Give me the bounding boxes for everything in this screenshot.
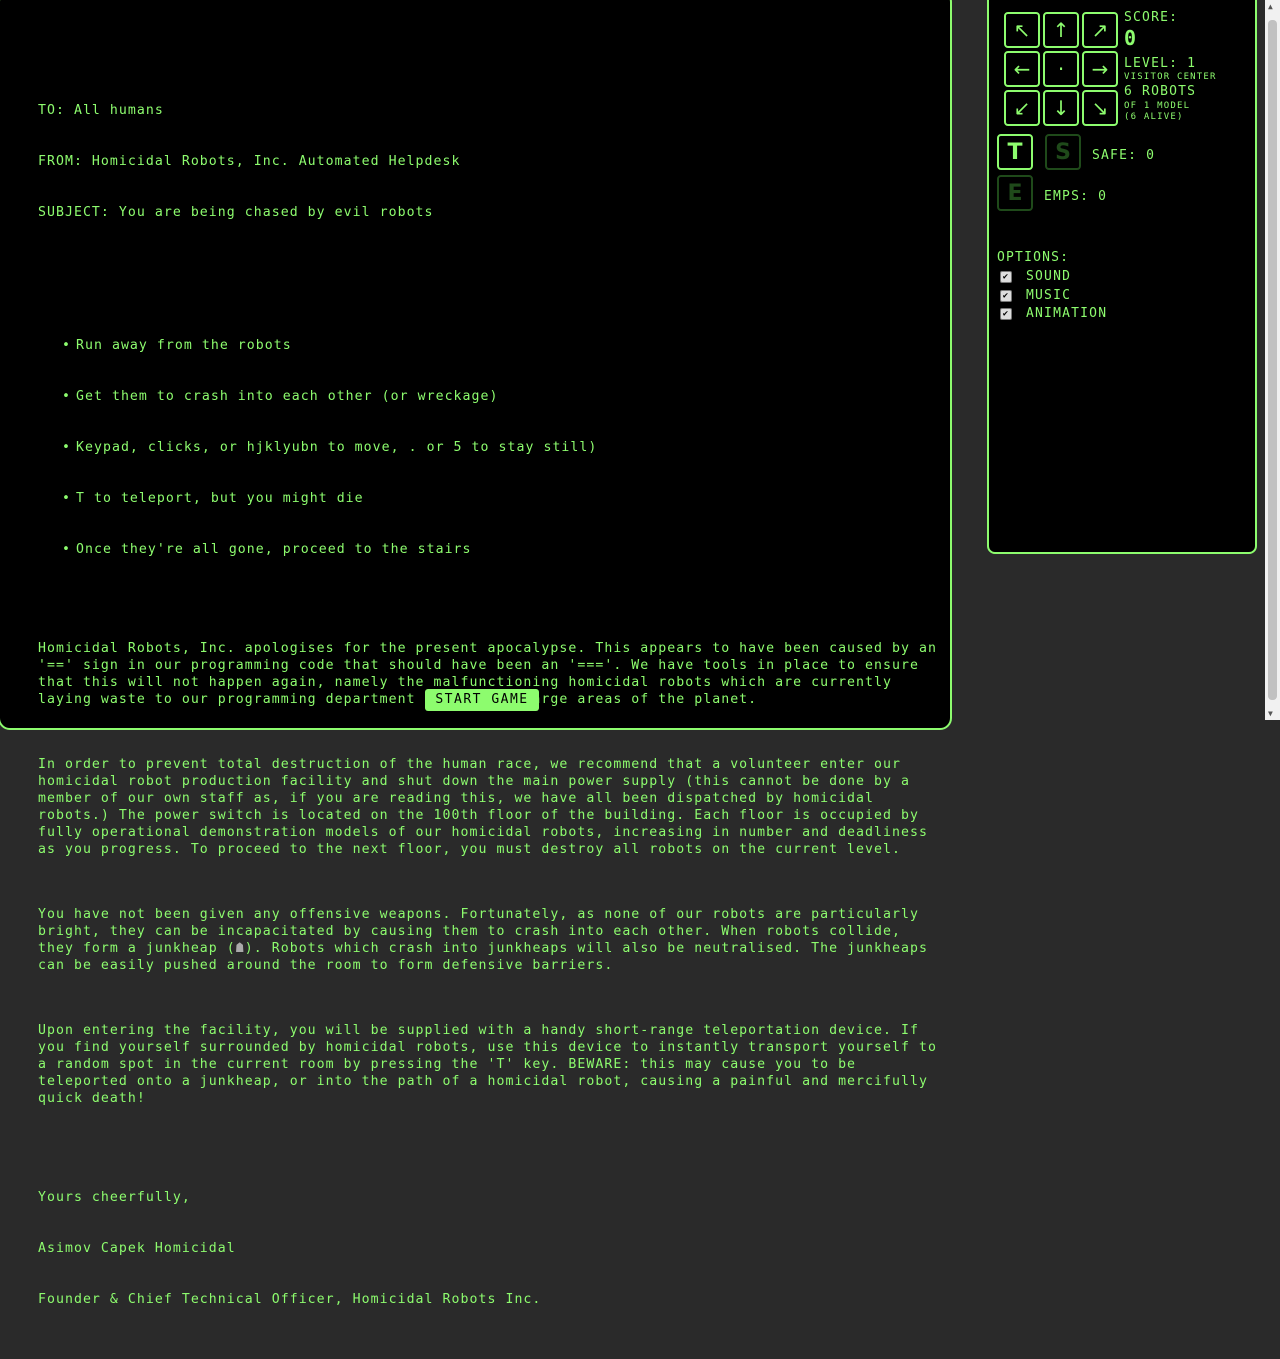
letter-subject: SUBJECT: You are being chased by evil ro… [38, 205, 434, 220]
music-checkbox[interactable]: ✔ [1000, 289, 1012, 302]
junkheap-icon: ☗ [235, 941, 245, 956]
music-option[interactable]: ✔ MUSIC [1000, 288, 1071, 303]
sound-label: SOUND [1026, 269, 1072, 284]
safe-teleport-button[interactable]: S [1045, 134, 1081, 170]
music-label: MUSIC [1026, 288, 1072, 303]
letter-to: TO: All humans [38, 103, 164, 118]
score-value: 0 [1124, 26, 1138, 50]
sound-option[interactable]: ✔ SOUND [1000, 269, 1071, 284]
teleport-button[interactable]: T [997, 134, 1033, 170]
emp-count: EMPS: 0 [1044, 189, 1108, 204]
robots-alive: (6 ALIVE) [1124, 112, 1184, 122]
signoff: Yours cheerfully, [38, 1190, 191, 1205]
signer-title: Founder & Chief Technical Officer, Homic… [38, 1292, 542, 1307]
instruction-item: Get them to crash into each other (or wr… [62, 388, 938, 405]
letter-paragraph-teleport: Upon entering the facility, you will be … [38, 1023, 946, 1106]
scroll-down-icon[interactable]: ▼ [1268, 709, 1273, 718]
arrow-up-right-icon[interactable]: ↗ [1082, 12, 1118, 48]
robots-model: OF 1 MODEL [1124, 101, 1191, 111]
animation-label: ANIMATION [1026, 306, 1108, 321]
instruction-item: Keypad, clicks, or hjklyubn to move, . o… [62, 439, 938, 456]
letter-paragraph-weapons: You have not been given any offensive we… [38, 906, 938, 974]
level-label: LEVEL: 1 [1124, 56, 1197, 71]
arrow-up-icon[interactable]: ↑ [1043, 12, 1079, 48]
safe-count: SAFE: 0 [1092, 148, 1156, 163]
page-scrollbar[interactable]: ▲ ▼ [1265, 0, 1280, 720]
stay-dot-icon[interactable]: · [1043, 51, 1079, 87]
score-label: SCORE: [1124, 10, 1179, 25]
letter-paragraph-mission: In order to prevent total destruction of… [38, 757, 937, 857]
letter-signature: Yours cheerfully, Asimov Capek Homicidal… [38, 1155, 938, 1342]
arrow-right-icon[interactable]: → [1082, 51, 1118, 87]
signer-name: Asimov Capek Homicidal [38, 1241, 236, 1256]
start-game-button[interactable]: START GAME [425, 689, 539, 711]
instruction-item: Run away from the robots [62, 337, 938, 354]
arrow-up-left-icon[interactable]: ↖ [1004, 12, 1040, 48]
robots-count: 6 ROBOTS [1124, 84, 1197, 99]
scroll-up-icon[interactable]: ▲ [1268, 2, 1273, 11]
level-name: VISITOR CENTER [1124, 72, 1217, 82]
arrow-down-icon[interactable]: ↓ [1043, 90, 1079, 126]
options-label: OPTIONS: [997, 250, 1070, 265]
animation-checkbox[interactable]: ✔ [1000, 307, 1012, 320]
letter-header: TO: All humans FROM: Homicidal Robots, I… [38, 68, 938, 255]
arrow-left-icon[interactable]: ← [1004, 51, 1040, 87]
sound-checkbox[interactable]: ✔ [1000, 270, 1012, 283]
movement-keypad: ↖ ↑ ↗ ← · → ↙ ↓ ↘ [1004, 12, 1118, 126]
instruction-item: T to teleport, but you might die [62, 490, 938, 507]
instructions-list: Run away from the robots Get them to cra… [38, 303, 938, 592]
emp-button[interactable]: E [997, 175, 1033, 211]
arrow-down-right-icon[interactable]: ↘ [1082, 90, 1118, 126]
animation-option[interactable]: ✔ ANIMATION [1000, 306, 1107, 321]
instruction-item: Once they're all gone, proceed to the st… [62, 541, 938, 558]
letter-from: FROM: Homicidal Robots, Inc. Automated H… [38, 154, 461, 169]
arrow-down-left-icon[interactable]: ↙ [1004, 90, 1040, 126]
scroll-thumb[interactable] [1268, 20, 1277, 700]
